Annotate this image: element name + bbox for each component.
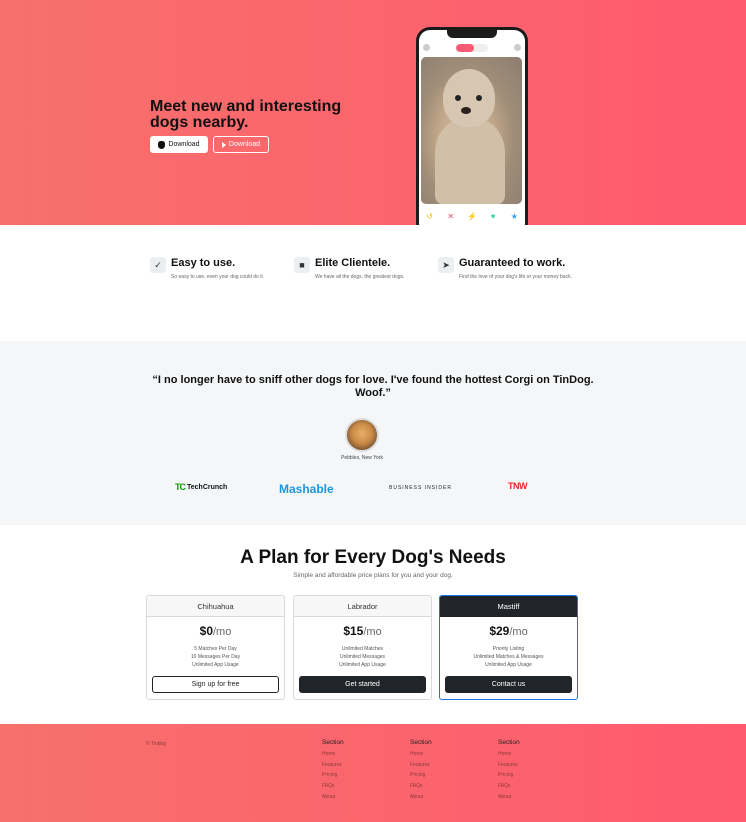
plan-name: Labrador: [294, 596, 431, 617]
plan-features: Priority Listing Unlimited Matches & Mes…: [473, 646, 544, 668]
testimonial-quote: “I no longer have to sniff other dogs fo…: [152, 374, 594, 399]
plan-card-labrador: Labrador $15/mo Unlimited Matches Unlimi…: [293, 595, 432, 700]
plan-name: Mastiff: [440, 596, 577, 617]
footer-column: Section Home Features Pricing FAQs About: [410, 739, 470, 803]
footer-heading: Section: [322, 739, 344, 746]
profile-icon: [423, 44, 430, 51]
phone-screen: ↺ ✕ ⚡ ♥ ★: [419, 30, 525, 225]
plan-price: $15/mo: [343, 624, 382, 638]
download-play-label: Download: [228, 141, 261, 148]
play-store-icon: [221, 141, 226, 148]
testimonial-attribution: Pebbles, New York: [341, 455, 383, 461]
heart-icon: ♥: [490, 211, 496, 221]
plan-card-chihuahua: Chihuahua $0/mo 5 Matches Per Day 10 Mes…: [146, 595, 285, 700]
action-row: ↺ ✕ ⚡ ♥ ★: [419, 210, 525, 222]
footer-heading: Section: [410, 739, 432, 746]
heart-arrow-icon: ➤: [438, 257, 454, 273]
star-icon: ★: [510, 211, 518, 221]
footer-link-pricing[interactable]: Pricing: [410, 770, 470, 781]
graduation-cap-icon: ■: [294, 257, 310, 273]
footer-link-about[interactable]: About: [322, 792, 382, 803]
download-apple-label: Download: [168, 141, 200, 148]
feature-title: Easy to use.: [171, 257, 236, 269]
pricing-title: A Plan for Every Dog's Needs: [240, 547, 506, 568]
footer-link-faqs[interactable]: FAQs: [322, 781, 382, 792]
footer-column: Section Home Features Pricing FAQs About: [322, 739, 382, 803]
mashable-logo: Mashable: [279, 482, 334, 496]
plan-name: Chihuahua: [147, 596, 284, 617]
testimonial-section: “I no longer have to sniff other dogs fo…: [0, 341, 746, 525]
feature-text: So easy to use, even your dog could do i…: [171, 274, 265, 280]
pricing-subtitle: Simple and affordable price plans for yo…: [293, 572, 453, 579]
footer-link-home[interactable]: Home: [410, 749, 470, 760]
footer-column: Section Home Features Pricing FAQs About: [498, 739, 558, 803]
plan-card-mastiff: Mastiff $29/mo Priority Listing Unlimite…: [439, 595, 578, 700]
plan-features: 5 Matches Per Day 10 Messages Per Day Un…: [190, 646, 241, 668]
plan-price: $29/mo: [489, 624, 528, 638]
footer-link-home[interactable]: Home: [322, 749, 382, 760]
footer-link-home[interactable]: Home: [498, 749, 558, 760]
feature-title: Guaranteed to work.: [459, 257, 566, 269]
copyright: © Tindog: [146, 741, 167, 747]
contact-us-button[interactable]: Contact us: [445, 676, 572, 693]
avatar: [345, 418, 379, 452]
rewind-icon: ↺: [426, 211, 433, 221]
app-toggle: [456, 44, 488, 52]
dog-photo: [421, 57, 522, 204]
footer-link-about[interactable]: About: [410, 792, 470, 803]
footer-link-features[interactable]: Features: [410, 760, 470, 771]
footer-link-features[interactable]: Features: [498, 760, 558, 771]
feature-text: Find the love of your dog's life or your…: [459, 274, 572, 280]
download-apple-button[interactable]: Download: [150, 136, 208, 153]
phone-notch: [447, 30, 497, 38]
download-play-button[interactable]: Download: [213, 136, 269, 153]
check-circle-icon: ✓: [150, 257, 166, 273]
plan-features: Unlimited Matches Unlimited Messages Unl…: [339, 646, 386, 668]
feature-text: We have all the dogs, the greatest dogs.: [315, 274, 405, 280]
footer-link-pricing[interactable]: Pricing: [322, 770, 382, 781]
close-icon: ✕: [447, 211, 455, 221]
sign-up-free-button[interactable]: Sign up for free: [152, 676, 279, 693]
footer: © Tindog Section Home Features Pricing F…: [0, 724, 746, 822]
chat-icon: [514, 44, 521, 51]
hero-section: Meet new and interesting dogs nearby. Do…: [0, 0, 746, 225]
tnw-logo: TNW: [508, 481, 528, 491]
footer-link-features[interactable]: Features: [322, 760, 382, 771]
hero-title: Meet new and interesting dogs nearby.: [150, 98, 342, 131]
phone-mockup: ↺ ✕ ⚡ ♥ ★: [416, 27, 528, 225]
feature-title: Elite Clientele.: [315, 257, 391, 269]
tc-icon: TC: [175, 482, 186, 492]
boost-icon: ⚡: [466, 211, 477, 221]
footer-link-pricing[interactable]: Pricing: [498, 770, 558, 781]
business-insider-logo: BUSINESS INSIDER: [389, 485, 452, 491]
apple-icon: [158, 140, 166, 149]
get-started-button[interactable]: Get started: [299, 676, 426, 693]
footer-heading: Section: [498, 739, 520, 746]
footer-link-about[interactable]: About: [498, 792, 558, 803]
techcrunch-logo: TC TechCrunch: [175, 482, 228, 492]
footer-link-faqs[interactable]: FAQs: [410, 781, 470, 792]
footer-link-faqs[interactable]: FAQs: [498, 781, 558, 792]
plan-price: $0/mo: [199, 624, 232, 638]
